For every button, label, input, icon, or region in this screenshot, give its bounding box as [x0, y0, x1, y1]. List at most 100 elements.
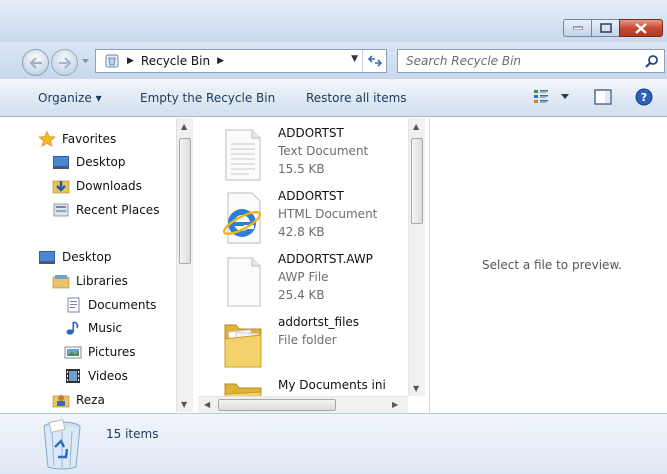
file-item[interactable]: ADDORTST Text Document 15.5 KB — [198, 126, 408, 188]
organize-menu-button[interactable]: Organize ▾ — [38, 91, 102, 105]
nav-music[interactable]: Music — [64, 318, 122, 338]
svg-text:?: ? — [641, 91, 647, 104]
scrollbar-thumb[interactable] — [179, 138, 191, 264]
file-item[interactable]: ADDORTST.AWP AWP File 25.4 KB — [198, 252, 408, 314]
scrollbar-thumb[interactable] — [411, 138, 423, 224]
file-size: 25.4 KB — [278, 288, 325, 302]
nav-documents[interactable]: Documents — [64, 295, 156, 315]
breadcrumb-separator-icon[interactable]: ▶ — [127, 56, 134, 66]
file-item[interactable]: ADDORTST HTML Document 42.8 KB — [198, 189, 408, 251]
preview-pane: Select a file to preview. — [429, 118, 667, 413]
scroll-left-arrow-icon[interactable]: ◀ — [204, 400, 210, 409]
help-icon[interactable]: ? — [635, 88, 653, 106]
maximize-button[interactable] — [591, 19, 619, 37]
nav-label: Desktop — [76, 155, 126, 169]
preview-pane-toggle-icon[interactable] — [594, 89, 612, 105]
address-bar[interactable]: ▶ Recycle Bin ▶ ▼ — [95, 49, 387, 73]
file-item[interactable]: addortst_files File folder — [198, 315, 408, 377]
minimize-button[interactable] — [563, 19, 591, 37]
nav-videos[interactable]: Videos — [64, 366, 128, 386]
file-type: Text Document — [278, 144, 369, 158]
nav-label: Desktop — [62, 250, 112, 264]
recent-pages-dropdown-icon[interactable] — [82, 59, 89, 64]
pictures-icon — [64, 346, 82, 359]
nav-favorites[interactable]: Favorites — [38, 129, 116, 149]
command-bar: Organize ▾ Empty the Recycle Bin Restore… — [0, 79, 667, 117]
breadcrumb-separator-icon[interactable]: ▶ — [217, 56, 224, 66]
address-dropdown-icon[interactable]: ▼ — [351, 54, 358, 64]
music-note-icon — [66, 321, 79, 335]
forward-arrow-icon — [58, 56, 72, 69]
user-folder-icon — [52, 395, 70, 408]
item-count: 15 items — [106, 427, 159, 441]
search-box[interactable] — [397, 49, 665, 73]
nav-label: Downloads — [76, 179, 142, 193]
scroll-right-arrow-icon[interactable]: ▶ — [392, 400, 398, 409]
scroll-up-arrow-icon[interactable]: ▲ — [413, 122, 419, 131]
nav-label: Reza — [76, 393, 105, 407]
scroll-down-arrow-icon[interactable]: ▼ — [413, 384, 419, 393]
file-list: ADDORTST Text Document 15.5 KB ADDORTST … — [198, 118, 428, 396]
title-bar — [0, 0, 667, 42]
file-list-vertical-scrollbar[interactable]: ▲ ▼ — [408, 118, 425, 396]
navigation-pane-scrollbar[interactable]: ▲ ▼ — [176, 118, 193, 412]
file-size: 15.5 KB — [278, 162, 325, 176]
empty-recycle-bin-button[interactable]: Empty the Recycle Bin — [140, 91, 275, 105]
window-buttons — [563, 19, 663, 37]
view-dropdown-icon[interactable] — [561, 94, 569, 99]
close-icon — [635, 22, 647, 34]
nav-label: Pictures — [88, 345, 136, 359]
documents-icon — [67, 297, 80, 313]
view-options-icon[interactable] — [533, 89, 551, 105]
recycle-bin-small-icon — [105, 54, 119, 68]
nav-desktop-favorite[interactable]: Desktop — [52, 152, 126, 172]
preview-message: Select a file to preview. — [482, 258, 622, 272]
scrollbar-thumb[interactable] — [218, 399, 336, 411]
nav-label: Libraries — [76, 274, 128, 288]
nav-pictures[interactable]: Pictures — [64, 342, 136, 362]
nav-user-reza[interactable]: Reza — [52, 390, 105, 410]
nav-downloads[interactable]: Downloads — [52, 176, 142, 196]
nav-label: Favorites — [62, 132, 117, 146]
search-icon[interactable] — [645, 54, 659, 68]
libraries-icon — [52, 275, 70, 289]
nav-desktop[interactable]: Desktop — [38, 247, 112, 267]
star-icon — [38, 131, 56, 147]
desktop-icon — [39, 251, 55, 264]
file-type: HTML Document — [278, 207, 378, 221]
file-type: AWP File — [278, 270, 329, 284]
navigation-pane: Favorites Desktop Downloads Recent Place… — [14, 118, 195, 412]
blank-file-icon — [227, 257, 261, 307]
internet-explorer-icon — [222, 192, 262, 244]
scroll-up-arrow-icon[interactable]: ▲ — [181, 122, 187, 131]
nav-label: Documents — [88, 298, 157, 312]
forward-button[interactable] — [51, 49, 78, 76]
file-list-horizontal-scrollbar[interactable]: ◀ ▶ — [198, 396, 408, 413]
scroll-down-arrow-icon[interactable]: ▼ — [181, 400, 187, 409]
close-button[interactable] — [619, 19, 663, 37]
file-name: ADDORTST.AWP — [278, 252, 373, 266]
file-item[interactable]: My Documents ini — [198, 378, 408, 396]
file-type: File folder — [278, 333, 337, 347]
restore-all-items-button[interactable]: Restore all items — [306, 91, 407, 105]
nav-label: Recent Places — [76, 203, 160, 217]
recycle-bin-icon — [43, 419, 81, 470]
breadcrumb-recycle-bin[interactable]: Recycle Bin — [141, 54, 210, 68]
details-pane: 15 items — [0, 413, 667, 474]
file-name: My Documents ini — [278, 378, 386, 392]
back-button[interactable] — [22, 49, 49, 76]
nav-libraries[interactable]: Libraries — [52, 271, 128, 291]
folder-icon — [224, 383, 262, 396]
left-margin — [0, 118, 14, 413]
refresh-button[interactable] — [362, 50, 386, 72]
text-document-icon — [225, 129, 261, 181]
file-size: 42.8 KB — [278, 225, 325, 239]
search-input[interactable] — [406, 53, 636, 69]
nav-recent-places[interactable]: Recent Places — [52, 200, 159, 220]
desktop-icon — [53, 156, 69, 169]
nav-label: Videos — [88, 369, 128, 383]
recent-places-icon — [53, 203, 69, 217]
maximize-icon — [599, 23, 612, 33]
minimize-icon — [572, 26, 583, 30]
back-arrow-icon — [28, 56, 42, 69]
